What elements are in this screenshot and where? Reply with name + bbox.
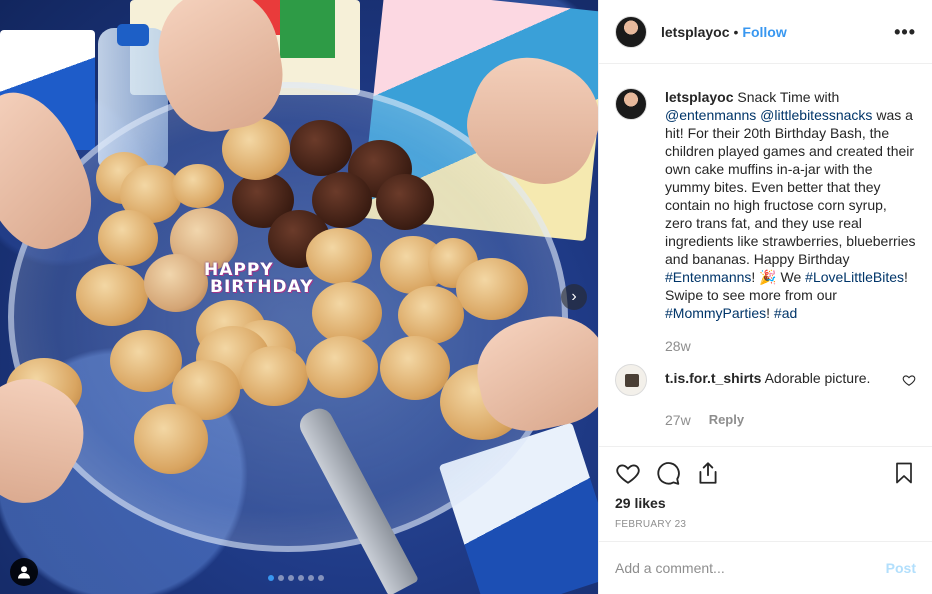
post-actions: 29 likes FEBRUARY 23 xyxy=(599,446,932,541)
post-modal: HAPPY BIRTHDAY › letsplayoc • Follow ••• xyxy=(0,0,932,594)
topper-birthday: BIRTHDAY xyxy=(210,277,314,297)
more-options-icon[interactable]: ••• xyxy=(894,23,916,41)
comment-time[interactable]: 27w xyxy=(665,412,691,428)
caption-tag-link[interactable]: @entenmanns xyxy=(665,107,756,123)
caption-tag-link[interactable]: #Entenmanns xyxy=(665,269,751,285)
chevron-right-icon: › xyxy=(571,288,577,305)
carousel-dot xyxy=(268,575,274,581)
add-comment-bar: Post xyxy=(599,541,932,594)
comment-like-icon[interactable] xyxy=(902,373,916,387)
muffin xyxy=(290,120,352,176)
heart-icon[interactable] xyxy=(615,460,641,486)
bookmark-icon[interactable] xyxy=(892,460,916,486)
comment: t.is.for.t_shirts Adorable picture. xyxy=(615,364,916,396)
carousel-next-button[interactable]: › xyxy=(561,284,587,310)
muffin xyxy=(306,228,372,284)
comment-meta: 27w Reply xyxy=(665,412,916,428)
user-icon xyxy=(18,566,30,579)
muffin xyxy=(312,282,382,344)
tagged-users-button[interactable] xyxy=(10,558,38,586)
action-bar xyxy=(615,457,916,489)
caption-time[interactable]: 28w xyxy=(665,338,916,354)
post-header: letsplayoc • Follow ••• xyxy=(599,0,932,64)
commenter-username[interactable]: t.is.for.t_shirts xyxy=(665,370,761,386)
caption-username[interactable]: letsplayoc xyxy=(665,89,733,105)
caption-segment: ! xyxy=(766,305,774,321)
comments-section: letsplayoc Snack Time with @entenmanns @… xyxy=(599,64,932,446)
caption-segment: Snack Time with xyxy=(733,89,840,105)
post-date[interactable]: FEBRUARY 23 xyxy=(615,519,916,530)
post-sidebar: letsplayoc • Follow ••• letsplayoc Snack… xyxy=(598,0,932,594)
caption-tag-link[interactable]: #ad xyxy=(774,305,797,321)
muffin xyxy=(172,164,224,208)
carousel-dots xyxy=(268,575,324,581)
header-separator: • xyxy=(733,23,739,40)
muffin xyxy=(76,264,148,326)
carousel-dot xyxy=(278,575,284,581)
caption-tag-link[interactable]: #MommyParties xyxy=(665,305,766,321)
muffin xyxy=(398,286,464,344)
comment-icon[interactable] xyxy=(655,460,681,486)
comment-content: Adorable picture. xyxy=(761,370,871,386)
reply-button[interactable]: Reply xyxy=(709,412,744,428)
share-icon[interactable] xyxy=(695,460,721,486)
carousel-dot xyxy=(298,575,304,581)
carousel-dot xyxy=(318,575,324,581)
commenter-avatar[interactable] xyxy=(615,364,647,396)
caption-avatar[interactable] xyxy=(615,88,647,120)
comment-input[interactable] xyxy=(615,560,886,576)
follow-button[interactable]: Follow xyxy=(742,24,786,40)
muffin xyxy=(98,210,158,266)
caption: letsplayoc Snack Time with @entenmanns @… xyxy=(615,80,916,322)
carousel-dot xyxy=(308,575,314,581)
muffin xyxy=(376,174,434,230)
muffin xyxy=(380,336,450,400)
muffin xyxy=(144,254,208,312)
muffin xyxy=(456,258,528,320)
author-username[interactable]: letsplayoc xyxy=(661,24,729,40)
carousel-dot xyxy=(288,575,294,581)
caption-tag-link[interactable]: #LoveLittleBites xyxy=(805,269,904,285)
muffin xyxy=(134,404,208,474)
caption-segment: ! 🎉 We xyxy=(751,269,806,285)
muffin xyxy=(306,336,378,398)
happy-birthday-topper: HAPPY BIRTHDAY xyxy=(204,262,313,296)
comment-text: t.is.for.t_shirts Adorable picture. xyxy=(665,370,896,386)
likes-count[interactable]: 29 likes xyxy=(615,495,916,511)
muffin xyxy=(240,346,308,406)
caption-text: letsplayoc Snack Time with @entenmanns @… xyxy=(665,88,916,322)
caption-tag-link[interactable]: @littlebitessnacks xyxy=(760,107,872,123)
post-comment-button[interactable]: Post xyxy=(886,560,916,576)
author-avatar[interactable] xyxy=(615,15,647,48)
muffin xyxy=(110,330,182,392)
post-photo[interactable]: HAPPY BIRTHDAY › xyxy=(0,0,598,594)
caption-segment: was a hit! For their 20th Birthday Bash,… xyxy=(665,107,916,267)
